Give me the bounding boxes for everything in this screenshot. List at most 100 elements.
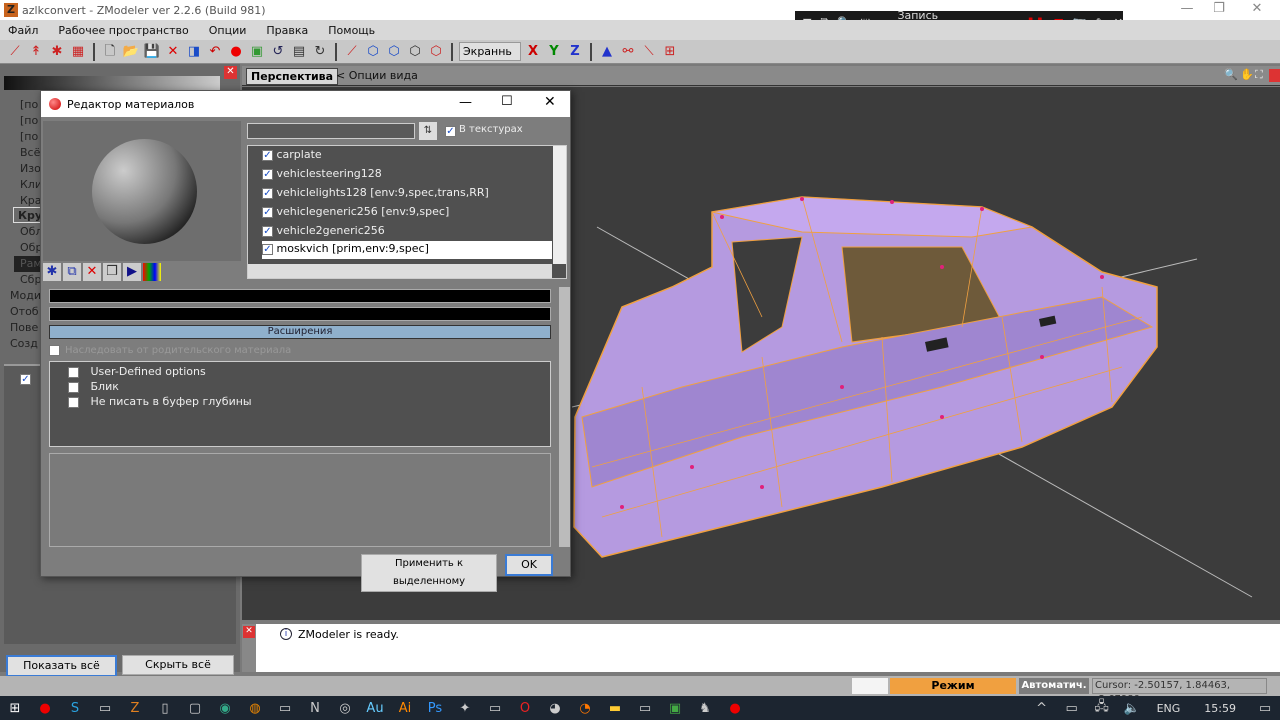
ok-button[interactable]: OK: [505, 554, 553, 576]
menu-help[interactable]: Помощь: [328, 24, 375, 37]
app-icon[interactable]: ♞: [690, 701, 720, 716]
app-icon[interactable]: ✦: [450, 701, 480, 716]
checkbox[interactable]: ✓: [262, 187, 273, 199]
option-checkbox[interactable]: [68, 366, 79, 378]
language-indicator[interactable]: ENG: [1157, 702, 1181, 715]
menu-workspace[interactable]: Рабочее пространство: [58, 24, 188, 37]
tray-chevron-icon[interactable]: ^: [1027, 701, 1057, 716]
opera-icon[interactable]: O: [510, 701, 540, 716]
material-search-input[interactable]: [247, 123, 415, 139]
cube-icon[interactable]: ⬡: [427, 43, 445, 61]
cube-icon[interactable]: ⬡: [385, 43, 403, 61]
cube-icon[interactable]: ⬡: [406, 43, 424, 61]
tree-item[interactable]: Отоб: [10, 304, 39, 320]
img-tool-icon[interactable]: ▣: [660, 701, 690, 716]
cube-icon[interactable]: ❒: [103, 263, 121, 281]
app-icon[interactable]: ▭: [270, 701, 300, 716]
document-icon[interactable]: ▤: [290, 43, 308, 61]
app-icon[interactable]: ▢: [180, 701, 210, 716]
view-options[interactable]: < Опции вида: [336, 68, 418, 83]
save-icon[interactable]: 💾: [143, 43, 161, 61]
sort-icon[interactable]: ⇅: [419, 122, 437, 140]
checkbox[interactable]: ✓: [262, 206, 273, 218]
network-icon[interactable]: 🖧: [1087, 697, 1117, 719]
delete-icon[interactable]: ✕: [164, 43, 182, 61]
figure-tool-icon[interactable]: ✱: [48, 43, 66, 61]
show-all-button[interactable]: Показать всё: [6, 655, 117, 677]
link-icon[interactable]: ⚯: [619, 43, 637, 61]
new-material-icon[interactable]: ✱: [43, 263, 61, 281]
apply-to-selected-button[interactable]: Применить к выделенному: [361, 554, 497, 592]
tree-item[interactable]: Пове: [10, 320, 38, 336]
menu-options[interactable]: Опции: [209, 24, 247, 37]
pan-icon[interactable]: ✋: [1240, 68, 1254, 81]
mode-indicator[interactable]: Режим Выделенного: [890, 678, 1016, 708]
app-icon[interactable]: N: [300, 701, 330, 716]
vertex-mode-icon[interactable]: ⟋: [343, 43, 361, 61]
play-icon[interactable]: ▶: [123, 263, 141, 281]
clock[interactable]: 15:59: [1204, 702, 1236, 715]
skype-icon[interactable]: S: [60, 701, 90, 716]
checkbox[interactable]: ✓: [262, 225, 273, 237]
zoom-icon[interactable]: 🔍: [1224, 68, 1238, 81]
menu-edit[interactable]: Правка: [266, 24, 308, 37]
material-icon[interactable]: ●: [227, 43, 245, 61]
viewport-tab[interactable]: Перспектива: [246, 68, 339, 85]
tree-item[interactable]: Кли: [20, 177, 42, 193]
blender-icon[interactable]: ◍: [240, 701, 270, 716]
tree-item[interactable]: Моди: [10, 288, 41, 304]
normal-icon[interactable]: ▲: [598, 43, 616, 61]
chrome-icon[interactable]: ◕: [540, 701, 570, 716]
app-icon[interactable]: ▯: [150, 701, 180, 716]
tree-item[interactable]: [по: [20, 113, 38, 129]
photoshop-icon[interactable]: Ps: [420, 701, 450, 716]
tree-item[interactable]: Всё: [20, 145, 40, 161]
app-icon[interactable]: ◉: [210, 701, 240, 716]
windows-start-icon[interactable]: ⊞: [0, 701, 30, 716]
zmodeler-icon[interactable]: Z: [120, 701, 150, 716]
app-icon[interactable]: ▭: [480, 701, 510, 716]
delete-material-icon[interactable]: ✕: [83, 263, 101, 281]
undo-icon[interactable]: ↺: [269, 43, 287, 61]
tree-item[interactable]: [по: [20, 97, 38, 113]
explorer-icon[interactable]: ▬: [600, 701, 630, 716]
checkbox[interactable]: ✓: [262, 149, 273, 161]
view-combo[interactable]: Экраннь: [459, 42, 521, 61]
object-checkbox[interactable]: ✓: [20, 374, 31, 385]
undo-model-icon[interactable]: ↶: [206, 43, 224, 61]
mirror-icon[interactable]: ⟍: [640, 43, 658, 61]
close-button[interactable]: ✕: [1234, 0, 1280, 20]
cube-icon[interactable]: ⬡: [364, 43, 382, 61]
grid-icon[interactable]: ⊞: [661, 43, 679, 61]
app-icon[interactable]: ▭: [90, 701, 120, 716]
hide-all-button[interactable]: Скрыть всё: [122, 655, 234, 675]
texture-icon[interactable]: ▣: [248, 43, 266, 61]
in-textures-checkbox[interactable]: ✓: [445, 126, 456, 137]
log-close-icon[interactable]: ✕: [243, 626, 255, 638]
battery-icon[interactable]: ▭: [1057, 701, 1087, 716]
open-file-icon[interactable]: 📂: [122, 43, 140, 61]
record-icon[interactable]: ●: [720, 701, 750, 716]
checkbox[interactable]: ✓: [262, 243, 273, 255]
panel-close-icon[interactable]: ✕: [224, 66, 237, 79]
group-tool-icon[interactable]: ▦: [69, 43, 87, 61]
maximize-viewport-icon[interactable]: [1269, 69, 1280, 82]
dialog-minimize-button[interactable]: —: [459, 95, 472, 110]
checkbox[interactable]: ✓: [262, 168, 273, 180]
recorder-app-icon[interactable]: ●: [30, 701, 60, 716]
auto-indicator[interactable]: Автоматич.: [1019, 678, 1089, 694]
axis-z-button[interactable]: Z: [566, 43, 584, 61]
axis-y-button[interactable]: Y: [545, 43, 563, 61]
menu-file[interactable]: Файл: [8, 24, 38, 37]
axis-x-button[interactable]: X: [524, 43, 542, 61]
dialog-close-button[interactable]: ✕: [544, 94, 556, 110]
dialog-maximize-button[interactable]: ☐: [501, 94, 513, 109]
vertex-tool-icon[interactable]: ↟: [27, 43, 45, 61]
vertical-scrollbar[interactable]: [553, 146, 566, 264]
material-list[interactable]: ✓ carplate ✓ vehiclesteering128 ✓ vehicl…: [247, 145, 567, 279]
color-bar[interactable]: [49, 307, 551, 321]
horizontal-scrollbar[interactable]: [248, 264, 552, 278]
tree-item[interactable]: Сбр: [20, 272, 41, 288]
fit-icon[interactable]: ⛶: [1255, 68, 1263, 82]
steam-icon[interactable]: ◎: [330, 701, 360, 716]
